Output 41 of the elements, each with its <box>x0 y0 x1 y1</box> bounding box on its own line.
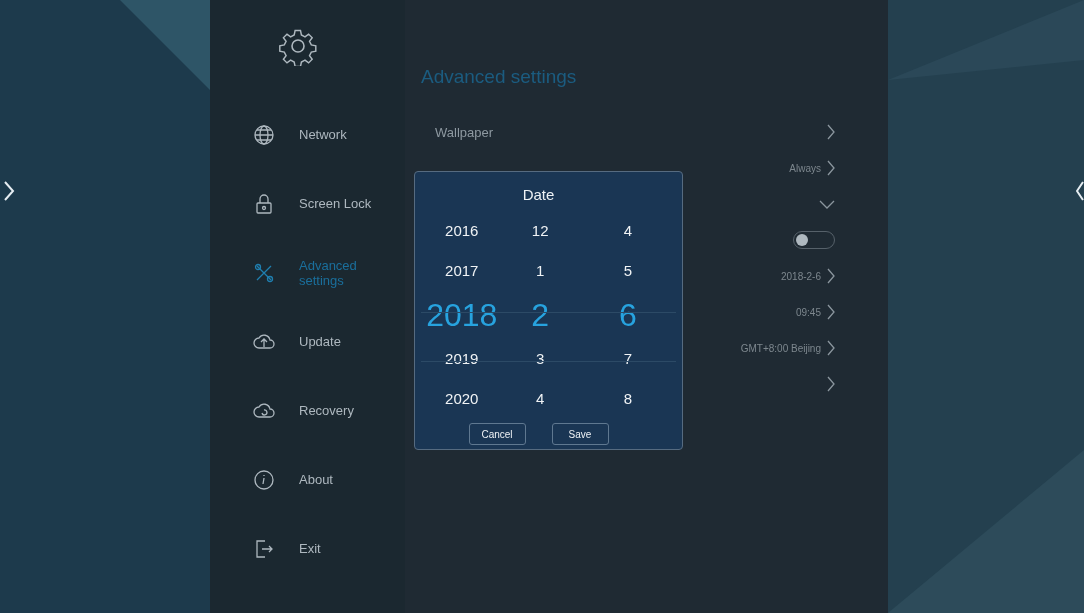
chevron-right-icon[interactable] <box>827 340 835 356</box>
setting-value: 09:45 <box>795 306 821 318</box>
picker-option[interactable]: 2018 <box>426 293 498 337</box>
picker-option[interactable]: 2016 <box>445 211 479 251</box>
sidebar-item-icon <box>253 468 275 491</box>
picker-option[interactable]: 2 <box>531 293 550 337</box>
chevron-right-icon[interactable] <box>827 160 835 176</box>
sidebar-item[interactable]: About <box>210 445 405 514</box>
picker-option[interactable]: 5 <box>623 251 633 291</box>
chevron-right-icon[interactable] <box>827 376 835 392</box>
picker-option[interactable]: 2019 <box>445 339 479 379</box>
sidebar-item[interactable]: Recovery <box>210 376 405 445</box>
setting-label: Wallpaper <box>435 124 494 140</box>
save-button[interactable]: Save <box>551 423 609 445</box>
sidebar-item-icon <box>253 537 275 560</box>
sidebar-item[interactable]: Network <box>210 100 405 169</box>
picker-option[interactable]: 2020 <box>445 379 479 419</box>
chevron-right-icon[interactable] <box>827 268 835 284</box>
chevron-right-icon[interactable] <box>827 304 835 320</box>
sidebar-item[interactable]: Update <box>210 307 405 376</box>
chevron-right-icon[interactable] <box>827 124 835 140</box>
next-arrow-icon[interactable] <box>3 180 15 202</box>
picker-option[interactable]: 4 <box>623 211 633 251</box>
sidebar-item-icon <box>253 261 275 284</box>
picker-option[interactable]: 1 <box>536 251 545 291</box>
setting-value: GMT+8:00 Beijing <box>740 342 821 354</box>
picker-option[interactable]: 2017 <box>445 251 479 291</box>
setting-value: Always <box>789 162 821 174</box>
picker-option[interactable]: 8 <box>623 379 633 419</box>
picker-option[interactable]: 4 <box>536 379 545 419</box>
sidebar-item-icon <box>253 192 275 215</box>
sidebar-item[interactable]: Exit <box>210 514 405 583</box>
setting-value: 2018-2-6 <box>780 270 821 282</box>
sidebar-item[interactable]: Screen Lock <box>210 169 405 238</box>
page-title: Advanced settings <box>421 66 578 88</box>
chevron-down-icon[interactable] <box>819 199 835 209</box>
cancel-button[interactable]: Cancel <box>468 423 526 445</box>
previous-arrow-icon[interactable] <box>1076 180 1084 202</box>
dialog-title: Date <box>521 186 556 203</box>
sidebar-item-icon <box>253 123 275 146</box>
picker-option[interactable]: 12 <box>531 211 549 251</box>
